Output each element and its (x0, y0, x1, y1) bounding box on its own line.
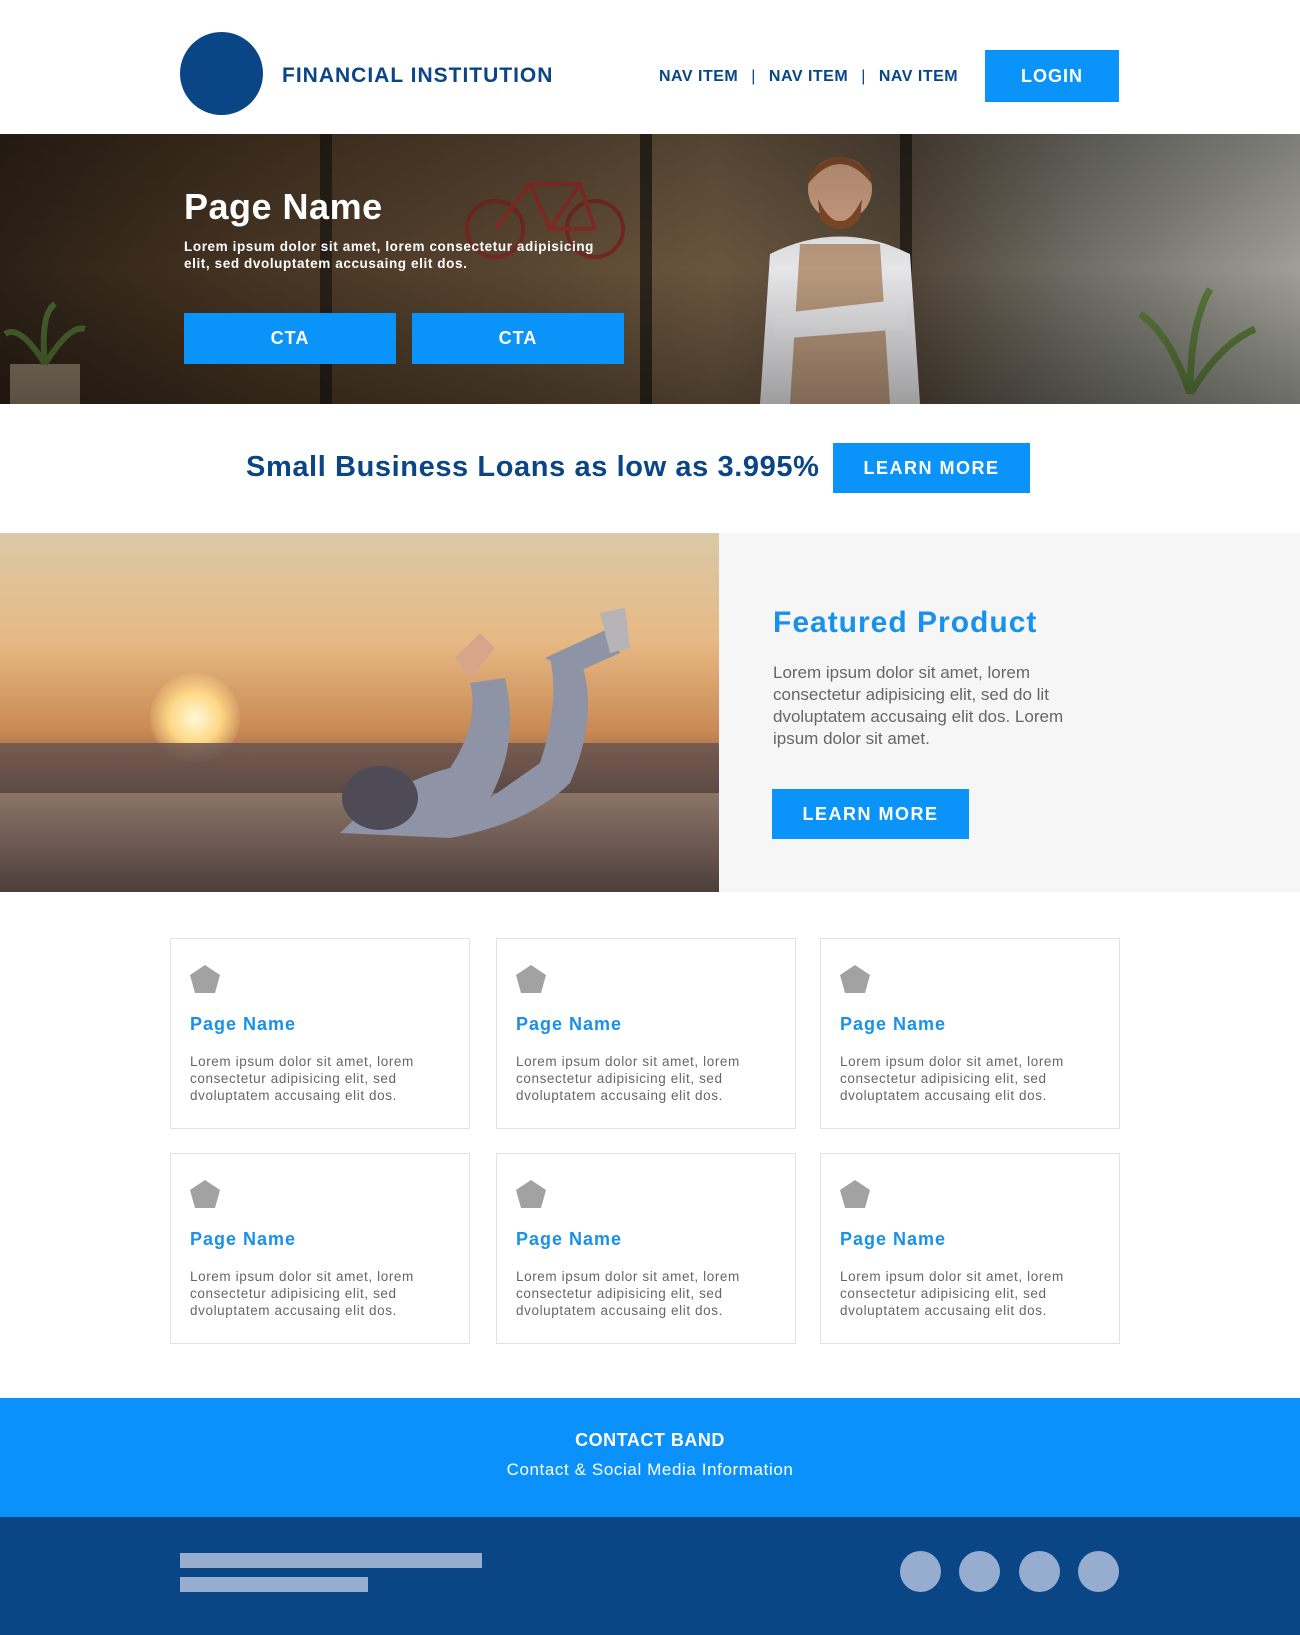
login-button[interactable]: LOGIN (985, 50, 1119, 102)
nav-item-3[interactable]: NAV ITEM (879, 68, 958, 86)
social-icon[interactable] (1019, 1551, 1060, 1592)
card-body: Lorem ipsum dolor sit amet, lorem consec… (516, 1054, 740, 1103)
main-nav: NAV ITEM | NAV ITEM | NAV ITEM (659, 68, 958, 86)
footer-text-placeholder (180, 1577, 368, 1592)
card-body: Lorem ipsum dolor sit amet, lorem consec… (840, 1269, 1064, 1318)
brand-name[interactable]: FINANCIAL INSTITUTION (282, 64, 553, 88)
promo-headline: Small Business Loans as low as 3.995% (246, 451, 820, 483)
hero-title: Page Name (184, 186, 383, 227)
featured-title: Featured Product (773, 606, 1038, 639)
card-body: Lorem ipsum dolor sit amet, lorem consec… (840, 1054, 1064, 1103)
pentagon-icon (190, 965, 220, 993)
page-card[interactable]: Page Name Lorem ipsum dolor sit amet, lo… (170, 1153, 470, 1344)
nav-item-2[interactable]: NAV ITEM (769, 68, 848, 86)
contact-band: CONTACT BAND Contact & Social Media Info… (0, 1398, 1300, 1517)
card-title[interactable]: Page Name (840, 1229, 946, 1250)
page-card[interactable]: Page Name Lorem ipsum dolor sit amet, lo… (820, 938, 1120, 1129)
page-card[interactable]: Page Name Lorem ipsum dolor sit amet, lo… (820, 1153, 1120, 1344)
pentagon-icon (840, 1180, 870, 1208)
hero-banner: Page Name Lorem ipsum dolor sit amet, lo… (0, 134, 1300, 404)
nav-separator: | (751, 68, 756, 85)
pentagon-icon (840, 965, 870, 993)
page-card[interactable]: Page Name Lorem ipsum dolor sit amet, lo… (496, 1153, 796, 1344)
nav-separator: | (861, 68, 866, 85)
social-icon[interactable] (1078, 1551, 1119, 1592)
site-footer (0, 1517, 1300, 1635)
person-reclining-illustration (340, 608, 630, 838)
featured-body: Lorem ipsum dolor sit amet, lorem consec… (773, 663, 1064, 748)
card-body: Lorem ipsum dolor sit amet, lorem consec… (516, 1269, 740, 1318)
page-card[interactable]: Page Name Lorem ipsum dolor sit amet, lo… (496, 938, 796, 1129)
page-card[interactable]: Page Name Lorem ipsum dolor sit amet, lo… (170, 938, 470, 1129)
cta-button-secondary[interactable]: CTA (412, 313, 624, 364)
card-title[interactable]: Page Name (516, 1014, 622, 1035)
logo-icon[interactable] (180, 32, 263, 115)
footer-text-placeholder (180, 1553, 482, 1568)
contact-subheading: Contact & Social Media Information (506, 1460, 794, 1479)
pentagon-icon (516, 1180, 546, 1208)
promo-learn-more-button[interactable]: LEARN MORE (833, 443, 1030, 493)
card-body: Lorem ipsum dolor sit amet, lorem consec… (190, 1054, 414, 1103)
featured-learn-more-button[interactable]: LEARN MORE (772, 789, 969, 839)
social-icon[interactable] (959, 1551, 1000, 1592)
contact-heading: CONTACT BAND (575, 1430, 725, 1450)
pentagon-icon (190, 1180, 220, 1208)
card-title[interactable]: Page Name (190, 1014, 296, 1035)
site-header: FINANCIAL INSTITUTION NAV ITEM | NAV ITE… (0, 0, 1300, 134)
nav-item-1[interactable]: NAV ITEM (659, 68, 738, 86)
featured-image (0, 533, 719, 892)
social-icon[interactable] (900, 1551, 941, 1592)
card-title[interactable]: Page Name (516, 1229, 622, 1250)
card-title[interactable]: Page Name (840, 1014, 946, 1035)
hero-subtitle: Lorem ipsum dolor sit amet, lorem consec… (184, 239, 595, 271)
card-body: Lorem ipsum dolor sit amet, lorem consec… (190, 1269, 414, 1318)
card-title[interactable]: Page Name (190, 1229, 296, 1250)
cta-button-primary[interactable]: CTA (184, 313, 396, 364)
pentagon-icon (516, 965, 546, 993)
